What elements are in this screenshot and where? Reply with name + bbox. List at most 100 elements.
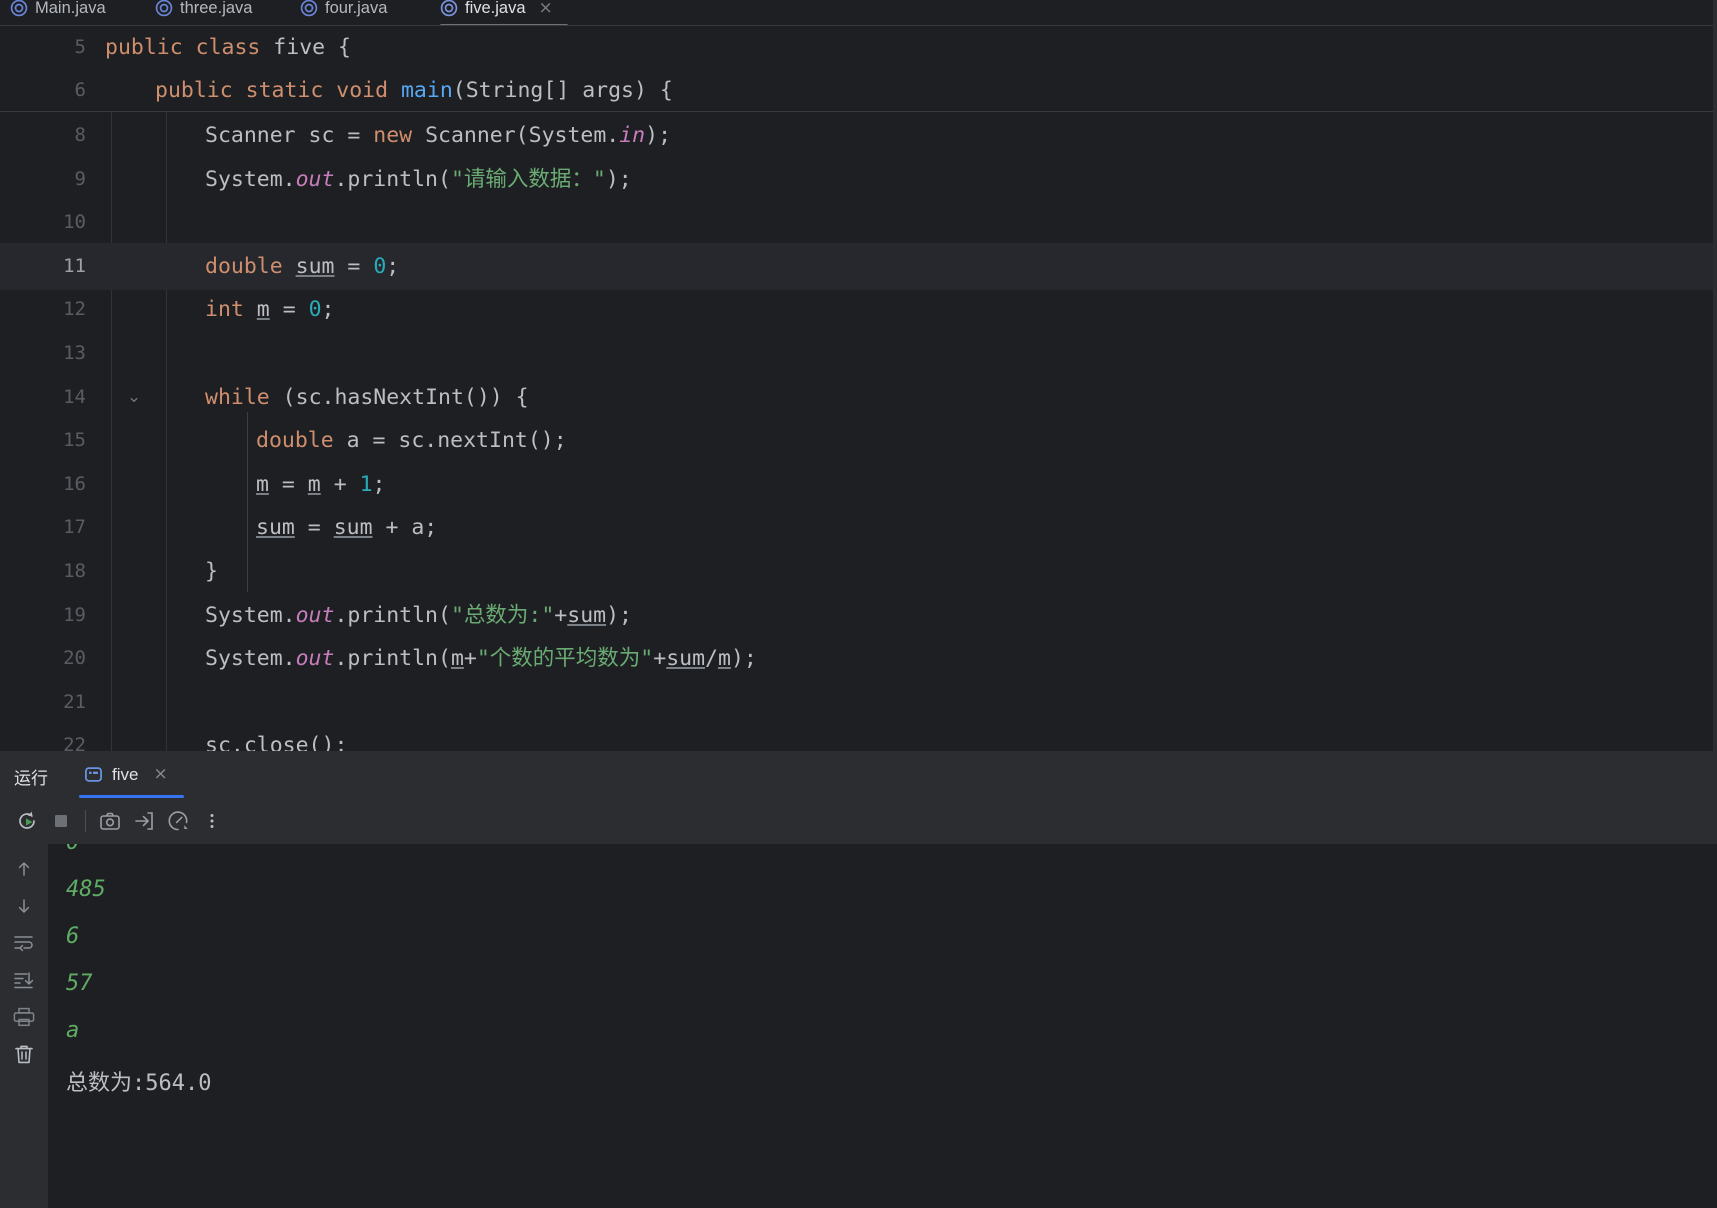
code-row-10[interactable]: 10 xyxy=(0,199,1717,247)
code-text: System.out.println("总数为:"+sum); xyxy=(205,602,632,628)
line-number: 8 xyxy=(74,124,86,146)
stop-icon xyxy=(55,815,67,827)
line-number: 21 xyxy=(63,690,86,713)
code-row-15[interactable]: 15 double a = sc.nextInt(); xyxy=(0,417,1717,465)
line-number: 22 xyxy=(63,734,86,751)
line-number: 5 xyxy=(74,36,86,58)
run-tab-label: five xyxy=(112,764,139,784)
editor-tab-label: Main.java xyxy=(35,0,106,17)
print-button[interactable] xyxy=(9,1002,39,1032)
code-row-22[interactable]: 22 sc.close(); xyxy=(0,722,1717,751)
editor-tab-label: three.java xyxy=(180,0,253,17)
java-class-icon xyxy=(10,0,28,17)
code-row-6[interactable]: 6 public static void main(String[] args)… xyxy=(0,69,1717,117)
dump-threads-button[interactable] xyxy=(127,804,161,838)
editor-tab-four[interactable]: four.java xyxy=(290,0,397,26)
console-output[interactable]: 0 485 6 57 a 总数为:564.0 xyxy=(48,844,1717,1208)
scroll-down-button[interactable] xyxy=(9,891,39,921)
code-row-20[interactable]: 20 System.out.println(m+"个数的平均数为"+sum/m)… xyxy=(0,635,1717,683)
close-icon[interactable]: × xyxy=(539,0,553,17)
arrow-into-box-icon xyxy=(135,812,153,830)
clear-all-button[interactable] xyxy=(9,1039,39,1069)
code-row-16[interactable]: 16 m = m + 1; xyxy=(0,461,1717,509)
java-class-icon xyxy=(440,0,458,17)
code-row-21[interactable]: 21 xyxy=(0,679,1717,727)
code-text: sc.close(); xyxy=(205,733,348,751)
line-number: 18 xyxy=(63,560,86,582)
code-row-5[interactable]: 5 public class five { xyxy=(0,26,1717,74)
line-number: 16 xyxy=(63,472,86,495)
code-text: Scanner sc = new Scanner(System.in); xyxy=(205,123,672,148)
profiler-button[interactable] xyxy=(161,804,195,838)
toolbar-separator xyxy=(85,810,86,832)
line-number: 10 xyxy=(63,211,86,234)
code-row-17[interactable]: 17 sum = sum + a; xyxy=(0,504,1717,552)
console-line: 6 xyxy=(66,924,80,949)
line-number: 19 xyxy=(63,603,86,626)
editor-tab-main[interactable]: Main.java xyxy=(0,0,116,26)
code-row-9[interactable]: 9 System.out.println("请输入数据："); xyxy=(0,156,1717,204)
run-panel-title: 运行 xyxy=(14,769,48,788)
code-text: while (sc.hasNextInt()) { xyxy=(205,384,529,410)
vertical-dots-icon xyxy=(210,814,214,828)
run-tool-window: 运行 five × 485 6 57 a 总数为:564.0 xyxy=(0,751,1717,1208)
arrow-down-icon xyxy=(18,899,30,913)
line-number: 15 xyxy=(63,429,86,452)
chevron-down-icon[interactable]: ⌄ xyxy=(123,374,145,422)
console-line: 57 xyxy=(66,971,93,996)
code-row-12[interactable]: 12 int m = 0; xyxy=(0,286,1717,334)
code-row-14[interactable]: 14 ⌄ while (sc.hasNextInt()) { xyxy=(0,374,1717,422)
stop-button[interactable] xyxy=(44,804,78,838)
code-row-13[interactable]: 13 xyxy=(0,330,1717,378)
code-text: System.out.println(m+"个数的平均数为"+sum/m); xyxy=(205,646,757,672)
scroll-to-end-button[interactable] xyxy=(9,965,39,995)
line-number: 9 xyxy=(74,167,86,190)
java-class-icon xyxy=(155,0,173,17)
code-text: int m = 0; xyxy=(205,297,335,323)
close-icon[interactable]: × xyxy=(153,766,167,783)
console-line: 0 xyxy=(66,844,79,855)
code-text: sum = sum + a; xyxy=(256,515,438,541)
gauge-icon xyxy=(168,811,188,831)
rerun-button[interactable] xyxy=(10,804,44,838)
soft-wrap-icon xyxy=(14,936,33,952)
editor-tab-bar: Main.java three.java four.java five.java… xyxy=(0,0,1717,26)
editor-scrollbar-track[interactable] xyxy=(1713,0,1717,751)
code-row-19[interactable]: 19 System.out.println("总数为:"+sum); xyxy=(0,592,1717,640)
line-number: 13 xyxy=(63,342,86,364)
editor-tab-five[interactable]: five.java × xyxy=(430,0,563,26)
code-row-11[interactable]: 11 double sum = 0; xyxy=(0,242,1717,291)
line-number: 17 xyxy=(63,516,86,539)
code-editor[interactable]: 8 Scanner sc = new Scanner(System.in); 9… xyxy=(0,112,1717,751)
code-row-8[interactable]: 8 Scanner sc = new Scanner(System.in); xyxy=(0,112,1717,160)
sticky-header-lines: 5 public class five { 6 public static vo… xyxy=(0,26,1717,112)
ide-window: Main.java three.java four.java five.java… xyxy=(0,0,1717,1208)
code-text: public class five { xyxy=(105,35,351,60)
rerun-icon xyxy=(19,811,35,829)
console-line: 总数为:564.0 xyxy=(66,1071,212,1096)
code-row-18[interactable]: 18 } xyxy=(0,548,1717,596)
editor-tab-label: five.java xyxy=(465,0,526,17)
java-class-icon xyxy=(300,0,318,17)
line-number: 20 xyxy=(63,647,86,670)
printer-icon xyxy=(13,1007,35,1027)
code-text: double a = sc.nextInt(); xyxy=(256,428,567,454)
soft-wrap-button[interactable] xyxy=(9,928,39,958)
camera-icon xyxy=(100,812,120,830)
run-panel-header: 运行 five × xyxy=(0,751,1717,798)
code-text: } xyxy=(205,559,218,584)
arrow-up-icon xyxy=(18,862,30,876)
line-number: 12 xyxy=(63,298,86,321)
line-number: 11 xyxy=(63,254,86,277)
code-text: System.out.println("请输入数据："); xyxy=(205,166,632,192)
screenshot-button[interactable] xyxy=(93,804,127,838)
console-gutter-toolbar xyxy=(0,844,48,1208)
console-line: a xyxy=(66,1018,80,1043)
run-tab-five[interactable]: five × xyxy=(72,751,180,798)
editor-tab-label: four.java xyxy=(325,0,388,17)
scroll-up-button[interactable] xyxy=(9,854,39,884)
console-line: 485 xyxy=(66,877,106,902)
editor-tab-three[interactable]: three.java xyxy=(145,0,262,26)
line-number: 6 xyxy=(74,79,86,101)
more-options-button[interactable] xyxy=(195,804,229,838)
